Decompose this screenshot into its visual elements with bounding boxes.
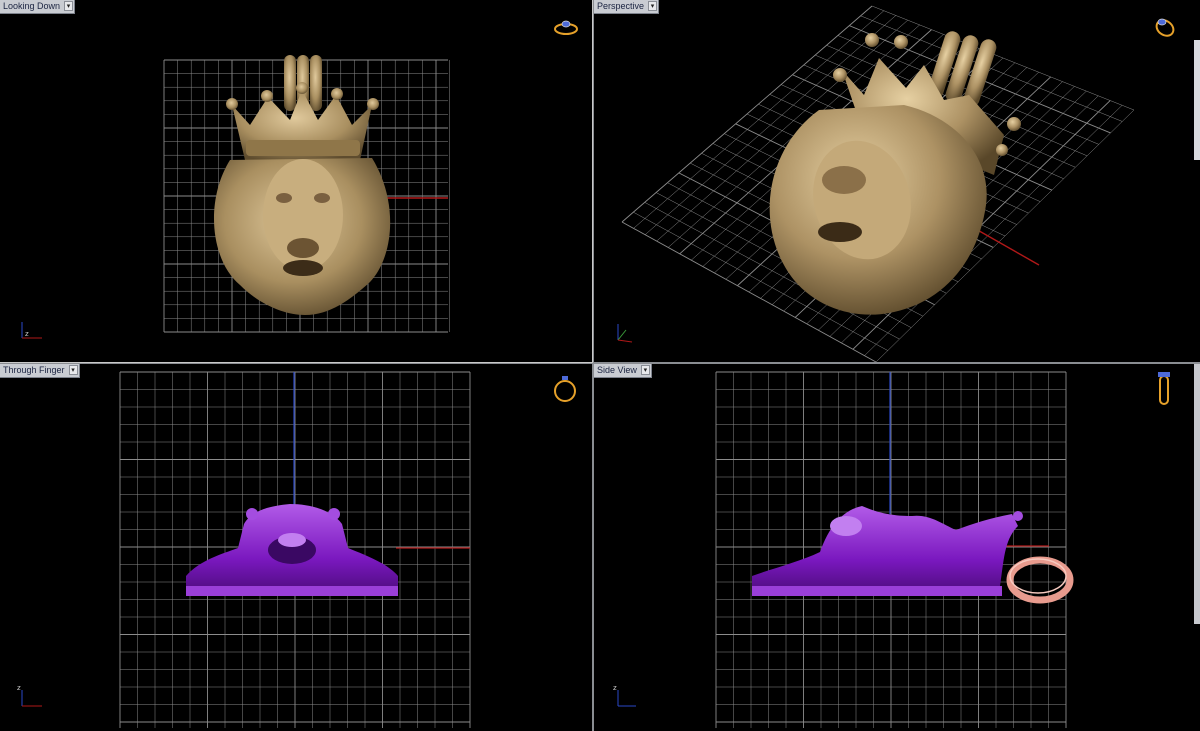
chevron-down-icon[interactable]: ▾	[640, 365, 650, 375]
viewport-title: Through Finger	[3, 365, 65, 375]
chevron-down-icon[interactable]: ▾	[648, 1, 658, 11]
axis-indicator	[617, 324, 633, 343]
viewport-title: Side View	[597, 365, 637, 375]
grid-canvas	[119, 371, 471, 728]
ring-perspective-icon[interactable]	[1152, 15, 1178, 39]
axis-origin-label: z	[25, 330, 29, 338]
ring-side-icon[interactable]	[1154, 370, 1174, 406]
ring-front-icon[interactable]	[552, 372, 578, 404]
chevron-down-icon[interactable]: ▾	[68, 365, 78, 375]
grid-canvas	[163, 55, 450, 333]
lion-pendant-model[interactable]	[213, 55, 391, 315]
lion-pendant-model-side[interactable]	[752, 506, 1074, 604]
panel-edge	[1194, 40, 1200, 160]
viewport-title: Perspective	[597, 1, 645, 11]
x-axis-line	[973, 227, 1040, 266]
axis-vertical-label: z	[17, 684, 21, 692]
viewport-tab-looking-down[interactable]: Looking Down ▾	[0, 0, 76, 14]
ring-top-icon[interactable]	[553, 17, 579, 37]
axis-indicator: z	[613, 684, 636, 707]
viewport-tab-through-finger[interactable]: Through Finger ▾	[0, 364, 80, 378]
viewport-perspective[interactable]: Perspective ▾	[594, 0, 1200, 362]
axis-indicator: z	[21, 322, 42, 339]
lion-pendant-model-front[interactable]	[186, 504, 398, 596]
axis-vertical-label: z	[613, 684, 617, 692]
panel-edge	[1194, 364, 1200, 624]
viewport-tab-side-view[interactable]: Side View ▾	[594, 364, 652, 378]
viewport-tab-perspective[interactable]: Perspective ▾	[594, 0, 660, 14]
viewport-side-view[interactable]: Side View ▾ z	[594, 364, 1200, 731]
viewport-looking-down[interactable]: Looking Down ▾ z	[0, 0, 593, 363]
viewport-through-finger[interactable]: Through Finger ▾ z	[0, 364, 592, 731]
lion-pendant-model-perspective[interactable]	[769, 29, 1021, 315]
grid-canvas	[715, 371, 1074, 728]
chevron-down-icon[interactable]: ▾	[64, 1, 74, 11]
perspective-canvas	[621, 5, 1135, 362]
axis-indicator: z	[17, 684, 42, 707]
viewport-title: Looking Down	[3, 1, 61, 11]
